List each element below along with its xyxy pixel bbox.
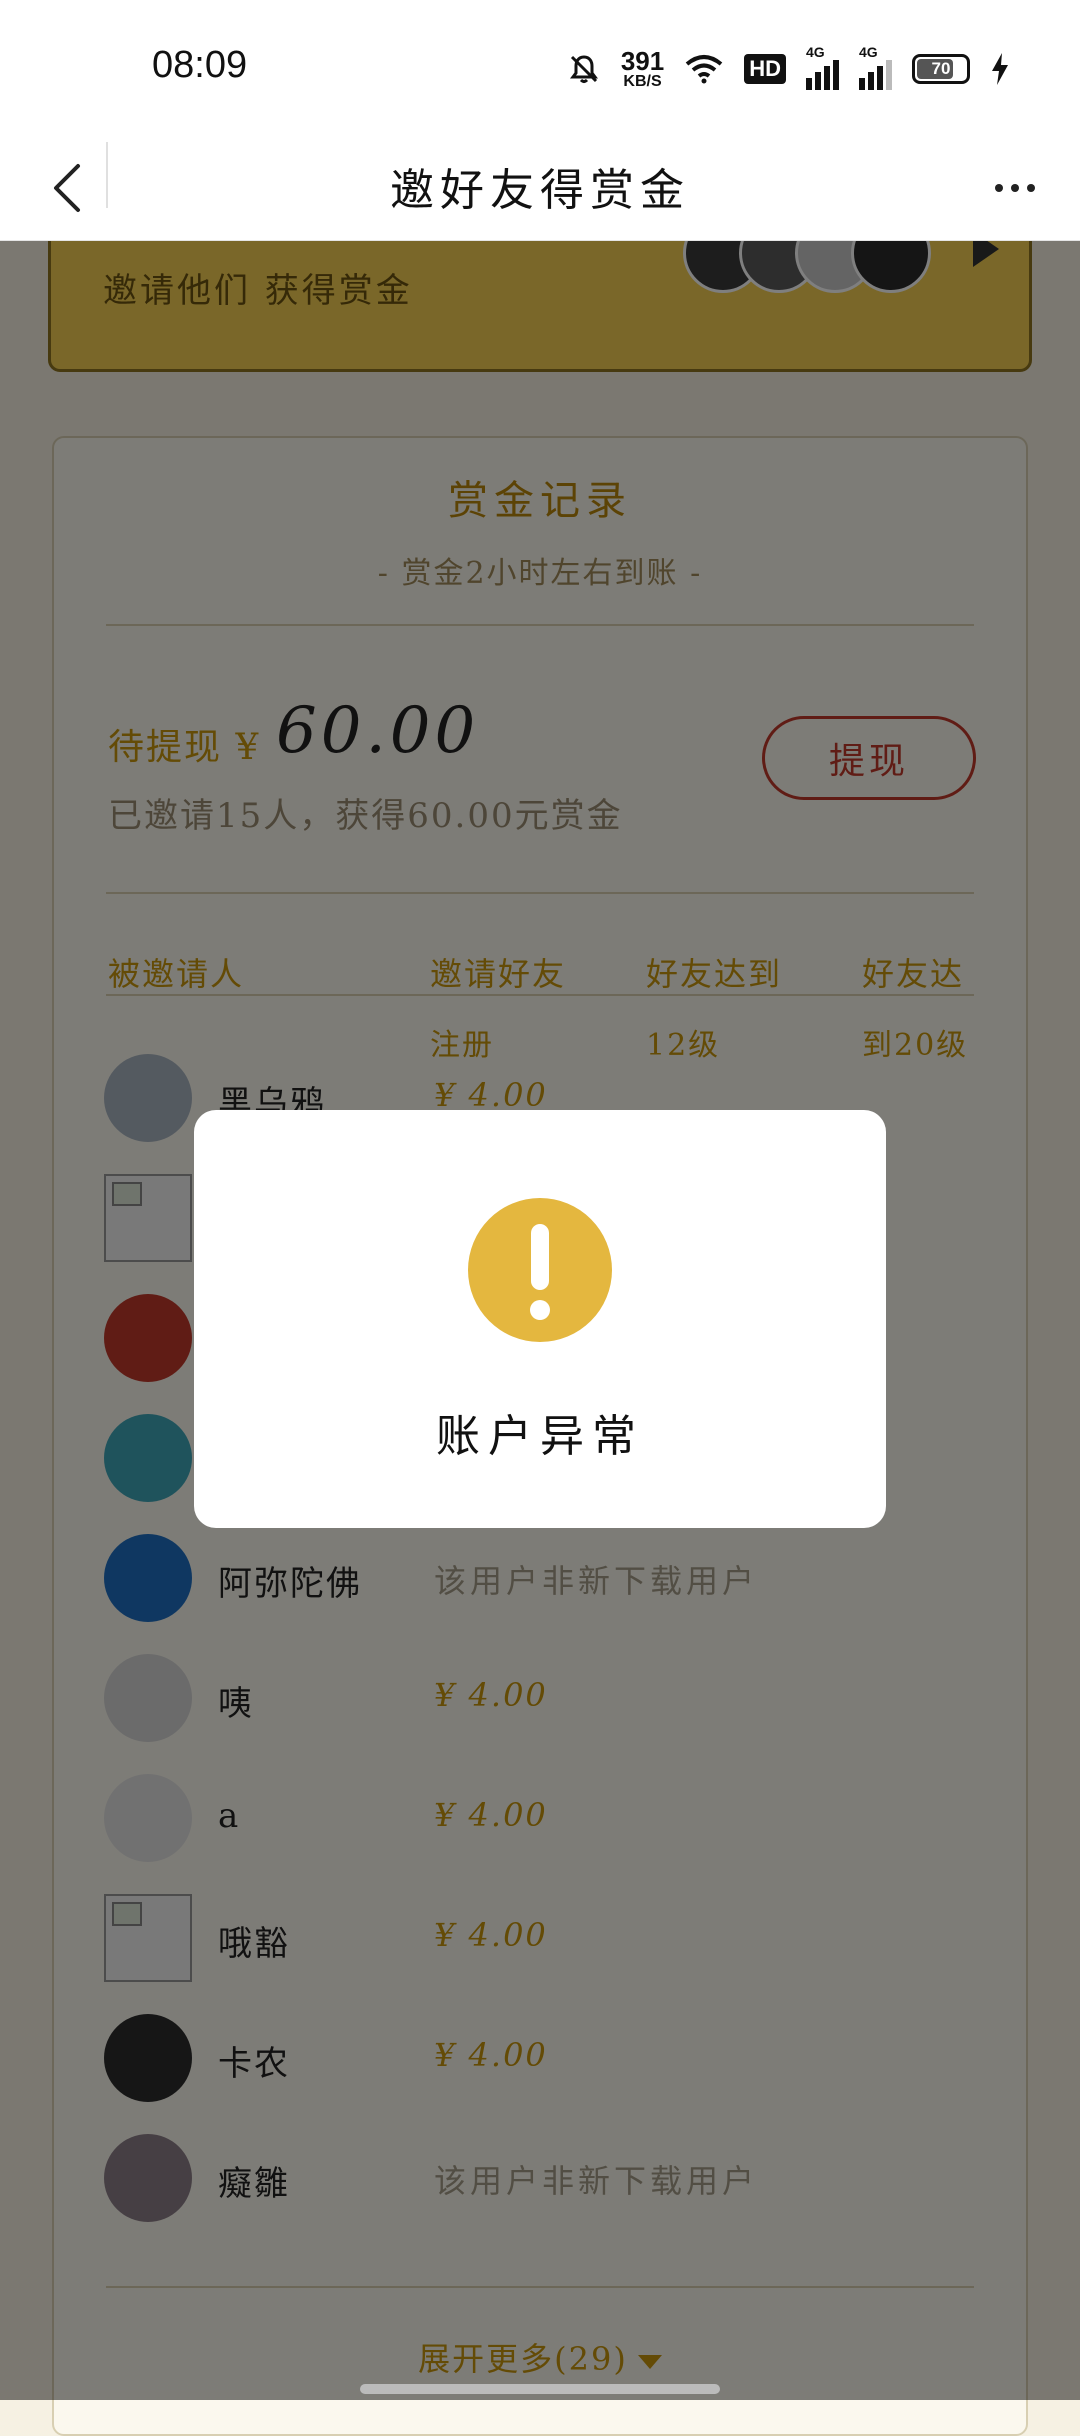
- nav-bar: 邀好友得赏金: [0, 136, 1080, 241]
- cell-signal-icon: 4G: [859, 44, 892, 90]
- page-title: 邀好友得赏金: [390, 165, 690, 216]
- status-icons: 391 KB/S HD 4G 4G 70: [567, 44, 1010, 94]
- status-time: 08:09: [152, 44, 248, 86]
- battery-icon: 70: [912, 54, 970, 84]
- home-indicator[interactable]: [360, 2384, 720, 2394]
- dot: [1011, 184, 1019, 192]
- exclamation-icon: [468, 1198, 612, 1342]
- hd-badge: HD: [744, 54, 786, 84]
- battery-level: 70: [931, 59, 951, 78]
- alert-message: 账户异常: [436, 1411, 644, 1462]
- status-bar: 08:09 391 KB/S HD 4G 4G 70: [0, 0, 1080, 136]
- more-options-button[interactable]: [980, 160, 1050, 216]
- cell-signal-icon: 4G: [806, 44, 839, 90]
- bell-muted-icon: [569, 55, 598, 83]
- dot: [1027, 184, 1035, 192]
- network-speed: 391 KB/S: [620, 46, 665, 90]
- wifi-icon: [685, 55, 723, 84]
- alert-dialog[interactable]: 账户异常: [194, 1110, 886, 1528]
- dot: [995, 184, 1003, 192]
- charging-bolt-icon: [992, 53, 1008, 85]
